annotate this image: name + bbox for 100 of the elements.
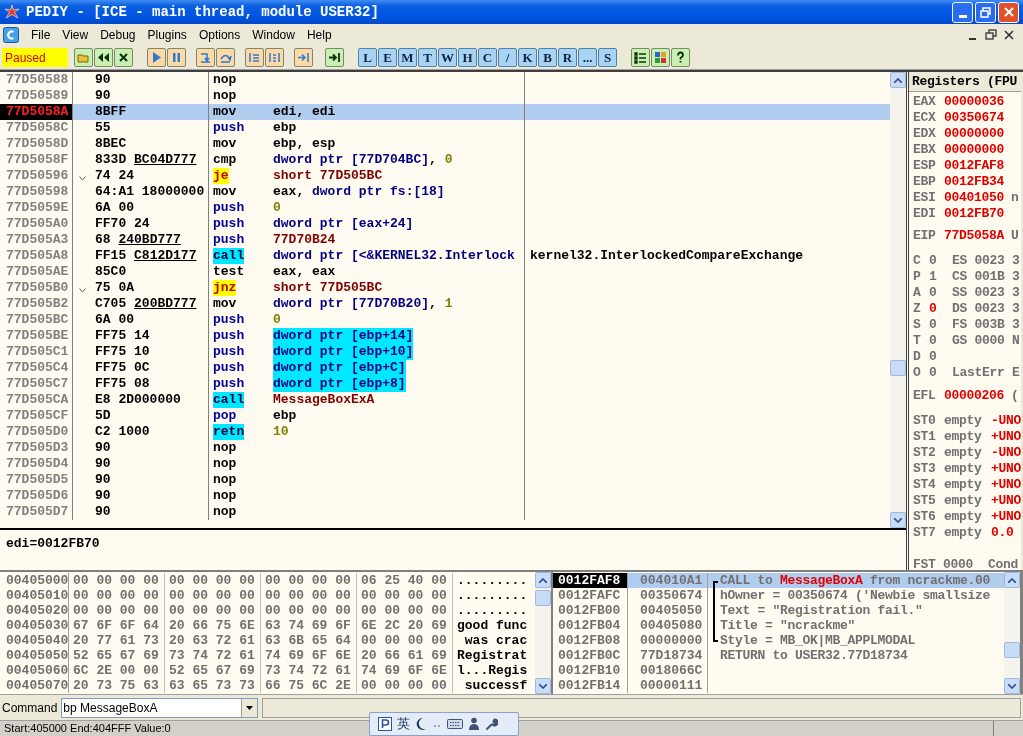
- person-icon[interactable]: [468, 717, 480, 731]
- minimize-button[interactable]: [952, 1, 973, 23]
- menu-item[interactable]: View: [56, 26, 95, 44]
- disasm-row[interactable]: 77D505D7 90 nop: [0, 504, 890, 520]
- flag-value[interactable]: 0: [929, 333, 952, 349]
- disasm-row[interactable]: 77D505D4 90 nop: [0, 456, 890, 472]
- play-icon[interactable]: [147, 48, 166, 67]
- rewind-icon[interactable]: [94, 48, 113, 67]
- language-toggle[interactable]: 英: [397, 717, 410, 731]
- scroll-up-button[interactable]: [535, 572, 551, 588]
- dump-scrollbar[interactable]: [535, 572, 551, 694]
- fpu-tag: empty: [944, 429, 991, 445]
- step-over-icon[interactable]: [216, 48, 235, 67]
- disasm-row[interactable]: 77D50588 90 nop: [0, 72, 890, 88]
- help-icon[interactable]: [671, 48, 690, 67]
- scroll-thumb[interactable]: [1004, 642, 1020, 658]
- command-field[interactable]: bp MessageBoxA: [61, 697, 259, 718]
- view-shortcut-button[interactable]: B: [538, 48, 557, 67]
- stack-row[interactable]: 0012FB14 00000111: [553, 678, 1004, 693]
- view-shortcut-button[interactable]: M: [398, 48, 417, 67]
- view-shortcut-button[interactable]: R: [558, 48, 577, 67]
- view-shortcut-button[interactable]: L: [358, 48, 377, 67]
- disasm-row[interactable]: 77D505D6 90 nop: [0, 488, 890, 504]
- scroll-thumb[interactable]: [535, 590, 551, 606]
- step-into-icon[interactable]: [196, 48, 215, 67]
- color-grid-icon[interactable]: [651, 48, 670, 67]
- view-shortcut-button[interactable]: H: [458, 48, 477, 67]
- disasm-row[interactable]: 77D50596 74 24 je short 77D505BC: [0, 168, 890, 184]
- menu-item[interactable]: Debug: [94, 26, 142, 44]
- register-value: 00401050: [944, 190, 1004, 206]
- scroll-thumb[interactable]: [890, 360, 906, 376]
- disasm-row[interactable]: 77D505C7 FF75 08 push dword ptr [ebp+8]: [0, 376, 890, 392]
- disasm-row[interactable]: 77D5058D 8BEC mov ebp, esp: [0, 136, 890, 152]
- trace-into-icon[interactable]: [245, 48, 264, 67]
- scroll-down-button[interactable]: [535, 678, 551, 694]
- disasm-row[interactable]: 77D5058A 8BFF mov edi, edi: [0, 104, 890, 120]
- disasm-row[interactable]: 77D505D3 90 nop: [0, 440, 890, 456]
- go-to-icon[interactable]: [325, 48, 344, 67]
- scroll-down-button[interactable]: [890, 512, 906, 528]
- stack-row[interactable]: 0012FB0C 77D18734 RETURN to USER32.77D18734: [553, 648, 1004, 663]
- dropdown-button[interactable]: [241, 698, 258, 717]
- close-button[interactable]: [998, 1, 1019, 23]
- stack-address: 0012FB04: [553, 618, 628, 633]
- scroll-down-button[interactable]: [1004, 678, 1020, 694]
- flag-value[interactable]: 1: [929, 269, 952, 285]
- disasm-row[interactable]: 77D505B2 C705 200BD777 mov dword ptr [77D70B20], 1: [0, 296, 890, 312]
- scroll-up-button[interactable]: [890, 72, 906, 88]
- stack-row[interactable]: 0012FAFC 00350674 hOwner = 00350674 ('Newbie smallsize: [553, 588, 1004, 603]
- stack-row[interactable]: 0012FB04 00405080 Title = "ncrackme": [553, 618, 1004, 633]
- keyboard-icon[interactable]: [447, 718, 463, 730]
- menu-item[interactable]: Options: [192, 26, 247, 44]
- view-shortcut-button[interactable]: E: [378, 48, 397, 67]
- disasm-row[interactable]: 77D505C4 FF75 0C push dword ptr [ebp+C]: [0, 360, 890, 376]
- view-shortcut-button[interactable]: S: [598, 48, 617, 67]
- flag-value[interactable]: 0: [929, 301, 952, 317]
- flag-value[interactable]: 0: [929, 349, 952, 365]
- maximize-button[interactable]: [975, 1, 996, 23]
- disasm-row[interactable]: 77D5058C 55 push ebp: [0, 120, 890, 136]
- view-shortcut-button[interactable]: ...: [578, 48, 597, 67]
- stack-row[interactable]: 0012FB00 00405050 Text = "Registration fail.": [553, 603, 1004, 618]
- menu-item[interactable]: Plugins: [141, 26, 193, 44]
- disasm-row[interactable]: 77D505A0 FF70 24 push dword ptr [eax+24]: [0, 216, 890, 232]
- flag-value[interactable]: 0: [929, 317, 952, 333]
- view-shortcut-button[interactable]: C: [478, 48, 497, 67]
- disassembly-scrollbar[interactable]: [890, 72, 906, 528]
- disasm-row[interactable]: 77D505D5 90 nop: [0, 472, 890, 488]
- disasm-row[interactable]: 77D505BE FF75 14 push dword ptr [ebp+14]: [0, 328, 890, 344]
- pause-icon[interactable]: [167, 48, 186, 67]
- stack-row[interactable]: 0012FAF8 004010A1 CALL to MessageBoxA from ncrackme.00: [553, 573, 1004, 588]
- view-shortcut-button[interactable]: W: [438, 48, 457, 67]
- menu-item[interactable]: Window: [246, 26, 301, 44]
- close-icon[interactable]: [114, 48, 133, 67]
- scroll-up-button[interactable]: [1004, 572, 1020, 588]
- menu-item[interactable]: Help: [300, 26, 338, 44]
- list-icon[interactable]: [631, 48, 650, 67]
- menu-item[interactable]: File: [25, 26, 57, 44]
- flag-value[interactable]: 0: [929, 253, 952, 269]
- disasm-row[interactable]: 77D5059E 6A 00 push 0: [0, 200, 890, 216]
- stack-scrollbar[interactable]: [1004, 572, 1020, 694]
- view-shortcut-button[interactable]: K: [518, 48, 537, 67]
- ime-logo-icon[interactable]: [378, 717, 392, 731]
- disasm-row[interactable]: 77D50598 64:A1 18000000 mov eax, dword ptr fs:[18]: [0, 184, 890, 200]
- stack-row[interactable]: 0012FB08 00000000 Style = MB_OK|MB_APPLMODAL: [553, 633, 1004, 648]
- flag-value[interactable]: 0: [929, 285, 952, 301]
- trace-over-icon[interactable]: [265, 48, 284, 67]
- disasm-row[interactable]: 77D505C1 FF75 10 push dword ptr [ebp+10]: [0, 344, 890, 360]
- disasm-row[interactable]: 77D505A8 FF15 C812D177 call dword ptr [<&KERNEL32.Interlock kernel32.InterlockedCompareExchange: [0, 248, 890, 264]
- view-shortcut-button[interactable]: /: [498, 48, 517, 67]
- stack-row[interactable]: 0012FB10 0018066C: [553, 663, 1004, 678]
- view-shortcut-button[interactable]: T: [418, 48, 437, 67]
- disasm-row[interactable]: 77D505B0 75 0A jnz short 77D505BC: [0, 280, 890, 296]
- disasm-row[interactable]: 77D505CA E8 2D000000 call MessageBoxExA: [0, 392, 890, 408]
- restore-icon[interactable]: [984, 28, 998, 42]
- execute-till-return-icon[interactable]: [294, 48, 313, 67]
- moon-icon[interactable]: [415, 717, 427, 731]
- close-icon[interactable]: [1002, 28, 1016, 42]
- status-text: Start:405000 End:404FFF Value:0: [3, 721, 171, 736]
- wrench-icon[interactable]: [485, 717, 498, 731]
- disasm-row[interactable]: 77D505D0 C2 1000 retn 10: [0, 424, 890, 440]
- flag-value[interactable]: 0: [929, 365, 952, 381]
